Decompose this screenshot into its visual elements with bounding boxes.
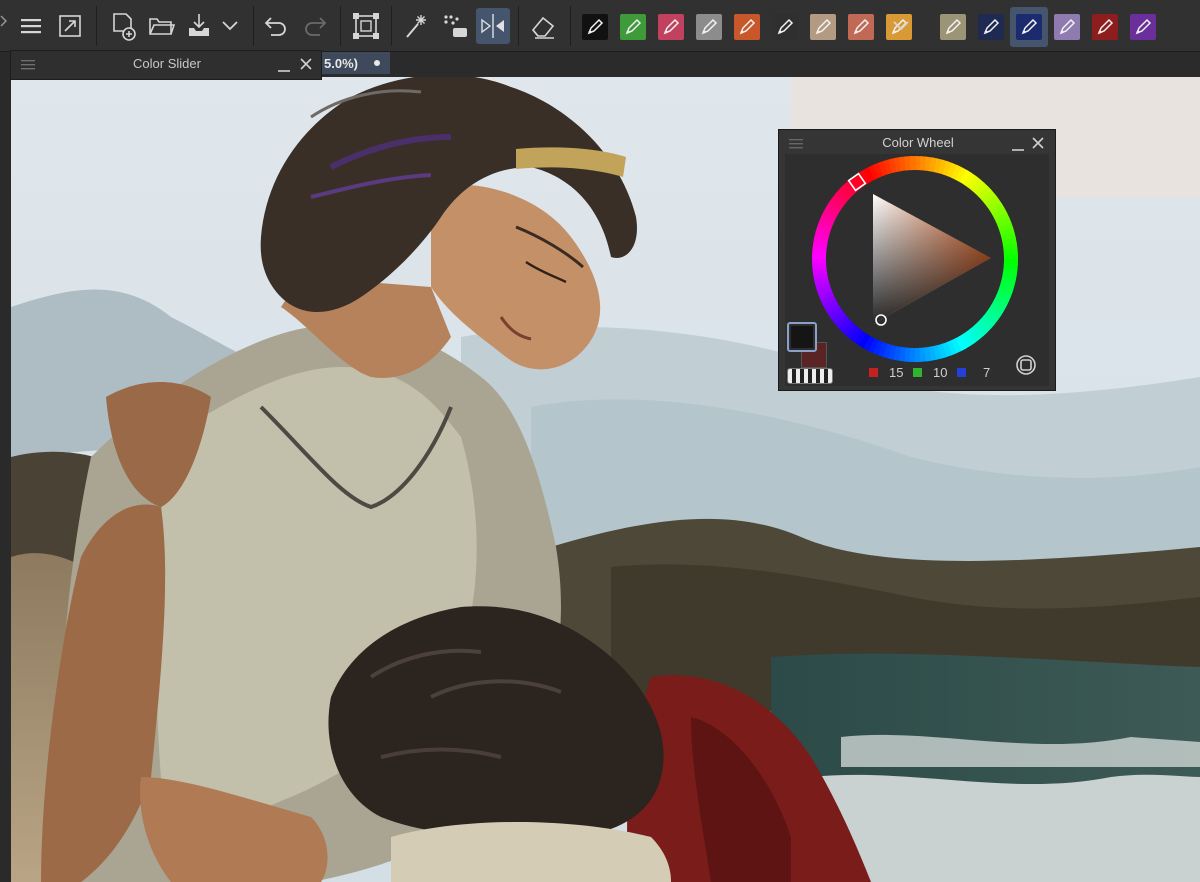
close-icon[interactable]: [1031, 136, 1045, 150]
document-tab-label: 5.0%): [324, 55, 358, 71]
save-icon[interactable]: [182, 8, 216, 44]
transparency-swatch[interactable]: [787, 368, 833, 384]
toolbar-separator: [518, 6, 519, 46]
blue-value: 7: [983, 365, 991, 380]
color-slider-docker: Color Slider: [10, 50, 322, 80]
wheel-settings-icon[interactable]: [1015, 354, 1037, 376]
magic-wand-icon[interactable]: [399, 8, 433, 44]
left-dock-strip: [0, 52, 11, 882]
document-tab[interactable]: 5.0%): [320, 52, 390, 74]
red-eraser-preset-icon[interactable]: [1092, 14, 1118, 40]
lavender-pen-preset-icon[interactable]: [1054, 14, 1080, 40]
redo-icon[interactable]: [298, 8, 332, 44]
brush-dot-icon[interactable]: [438, 8, 472, 44]
lasso-preset-icon[interactable]: [772, 14, 798, 40]
minimize-icon[interactable]: [277, 59, 291, 73]
toolbar-separator: [570, 6, 571, 46]
color-wheel-area: 15 10 7: [785, 154, 1049, 386]
ink-pen-preset-icon[interactable]: [582, 14, 608, 40]
wrap-around-icon[interactable]: [349, 8, 383, 44]
main-toolbar: [0, 0, 1200, 52]
fullscreen-icon[interactable]: [53, 8, 87, 44]
red-value: 15: [889, 365, 904, 380]
purple-pen-preset-icon[interactable]: [1130, 14, 1156, 40]
grey-pen-preset-icon[interactable]: [696, 14, 722, 40]
green-pen-preset-icon[interactable]: [620, 14, 646, 40]
mirror-icon[interactable]: [476, 8, 510, 44]
open-folder-icon[interactable]: [144, 8, 178, 44]
toolbar-separator: [253, 6, 254, 46]
unsaved-dot-icon: [374, 60, 380, 66]
blue-channel-icon: [957, 368, 966, 377]
toolbar-separator: [391, 6, 392, 46]
toolbar-separator: [96, 6, 97, 46]
toolbar-separator: [340, 6, 341, 46]
dropdown-icon[interactable]: [216, 8, 244, 44]
orange-brush-preset-icon[interactable]: [734, 14, 760, 40]
blender-preset-icon[interactable]: [810, 14, 836, 40]
minimize-icon[interactable]: [1011, 138, 1025, 152]
color-wheel-docker: Color Wheel 15 10 7: [778, 129, 1056, 391]
foreground-color-swatch[interactable]: [787, 322, 817, 352]
eraser-icon[interactable]: [526, 8, 560, 44]
red-channel-icon: [869, 368, 878, 377]
menu-icon[interactable]: [14, 8, 48, 44]
texture-preset-icon[interactable]: [940, 14, 966, 40]
preset-dropdown-icon[interactable]: [888, 8, 914, 44]
undo-icon[interactable]: [259, 8, 293, 44]
smudge-preset-icon[interactable]: [848, 14, 874, 40]
shield-preset-icon[interactable]: [978, 14, 1004, 40]
collapse-chevron-icon[interactable]: [0, 14, 8, 28]
blue-pen-preset-icon[interactable]: [1016, 14, 1042, 40]
green-value: 10: [933, 365, 948, 380]
new-document-icon[interactable]: [106, 8, 140, 44]
close-icon[interactable]: [299, 57, 313, 71]
green-channel-icon: [913, 368, 922, 377]
pink-pen-preset-icon[interactable]: [658, 14, 684, 40]
